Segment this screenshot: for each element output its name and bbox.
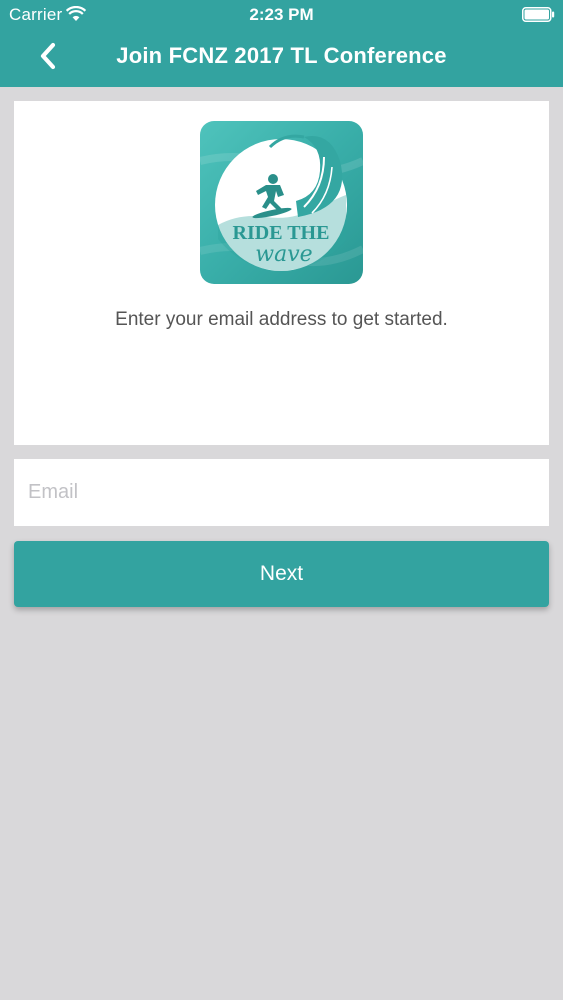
- conference-logo: RIDE THE wave: [200, 121, 363, 284]
- email-input[interactable]: [14, 459, 549, 526]
- page-title: Join FCNZ 2017 TL Conference: [116, 43, 447, 68]
- logo-text-wave: wave: [255, 242, 312, 267]
- logo-text-ride-the: RIDE THE: [233, 222, 330, 244]
- next-button[interactable]: Next: [14, 541, 549, 607]
- email-prompt: Enter your email address to get started.: [115, 309, 448, 330]
- nav-header: Carrier 2:23 PM Join FCNZ 2017 TL Confer…: [0, 0, 563, 87]
- ride-the-wave-logo-image: RIDE THE wave: [200, 121, 363, 284]
- intro-card: RIDE THE wave Enter your email address t…: [14, 101, 549, 445]
- status-time: 2:23 PM: [249, 5, 314, 24]
- battery-icon: [522, 7, 555, 22]
- status-bar: Carrier 2:23 PM: [0, 0, 563, 30]
